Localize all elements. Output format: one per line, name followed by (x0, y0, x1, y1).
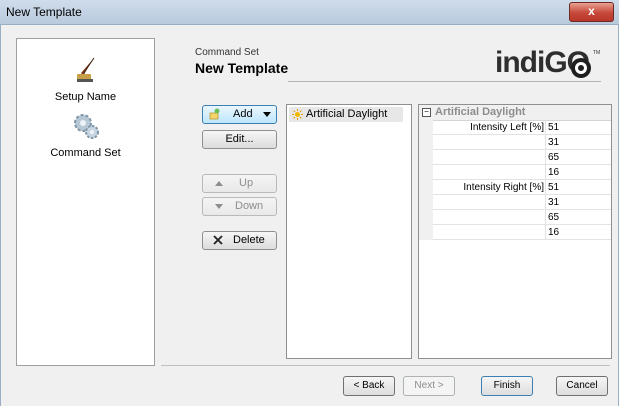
property-name: Intensity Right [%] (463, 182, 544, 193)
sun-icon (292, 109, 303, 120)
property-value[interactable]: 65 (545, 210, 611, 225)
property-row[interactable]: 65 (433, 150, 611, 165)
property-name: Intensity Left [%] (470, 122, 544, 133)
step-label: Command Set (50, 147, 121, 159)
property-value[interactable]: 16 (545, 225, 611, 240)
property-name (433, 135, 545, 150)
property-row[interactable]: 65 (433, 210, 611, 225)
add-button[interactable]: Add (202, 105, 277, 124)
property-value[interactable]: 31 (545, 195, 611, 210)
title-bar: New Template x (0, 0, 619, 25)
indigo-logo-mark: indiGO TM (495, 46, 600, 79)
property-row[interactable]: Intensity Right [%] 51 (433, 180, 611, 195)
step-setup-name[interactable]: Setup Name (17, 55, 154, 103)
move-down-button[interactable]: Down (202, 197, 277, 216)
category-label: Artificial Daylight (435, 106, 526, 118)
delete-label: Delete (233, 234, 265, 246)
move-up-button[interactable]: Up (202, 174, 277, 193)
next-button[interactable]: Next > (403, 376, 455, 396)
up-arrow-icon (215, 181, 223, 186)
delete-button[interactable]: Delete (202, 231, 277, 250)
step-label: Setup Name (54, 91, 117, 103)
add-command-icon (209, 108, 221, 120)
property-value[interactable]: 65 (545, 150, 611, 165)
dropdown-arrow-icon (263, 112, 271, 117)
footer-divider (161, 365, 610, 366)
property-name (433, 225, 545, 240)
property-name (433, 150, 545, 165)
up-label: Up (239, 177, 254, 189)
window-title: New Template (6, 5, 82, 19)
property-row[interactable]: 16 (433, 165, 611, 180)
close-button[interactable]: x (569, 2, 614, 22)
property-row[interactable]: 16 (433, 225, 611, 240)
finish-button[interactable]: Finish (481, 376, 533, 396)
indigo-logo: indiGO TM (483, 42, 603, 88)
down-label: Down (235, 200, 264, 212)
property-name (433, 195, 545, 210)
property-grid[interactable]: − Artificial Daylight Intensity Left [%]… (418, 104, 612, 359)
command-list[interactable]: Artificial Daylight (286, 104, 412, 359)
back-button[interactable]: < Back (343, 376, 395, 396)
logo-trademark: TM (593, 50, 600, 56)
property-value[interactable]: 31 (545, 135, 611, 150)
grid-gutter (419, 120, 433, 240)
page-title: New Template (195, 60, 289, 76)
delete-x-icon (212, 234, 224, 246)
list-item-label: Artificial Daylight (306, 108, 388, 120)
page-subtitle: Command Set (195, 47, 259, 58)
edit-button[interactable]: Edit... (202, 130, 277, 149)
close-icon: x (588, 4, 595, 18)
add-button-label: Add (233, 108, 253, 120)
property-value[interactable]: 51 (545, 120, 611, 135)
down-arrow-icon (215, 204, 223, 209)
property-row[interactable]: 31 (433, 135, 611, 150)
step-command-set[interactable]: Command Set (17, 111, 154, 159)
cancel-button[interactable]: Cancel (556, 376, 608, 396)
list-item[interactable]: Artificial Daylight (289, 107, 403, 122)
gears-icon (73, 114, 99, 139)
property-row[interactable]: 31 (433, 195, 611, 210)
property-name (433, 210, 545, 225)
property-category[interactable]: − Artificial Daylight (419, 105, 611, 121)
feather-pen-icon (76, 57, 94, 82)
property-row[interactable]: Intensity Left [%] 51 (433, 120, 611, 135)
property-name (433, 165, 545, 180)
property-value[interactable]: 51 (545, 180, 611, 195)
collapse-icon: − (422, 108, 431, 117)
property-value[interactable]: 16 (545, 165, 611, 180)
wizard-steps-panel: Setup Name Command Set (16, 38, 155, 366)
